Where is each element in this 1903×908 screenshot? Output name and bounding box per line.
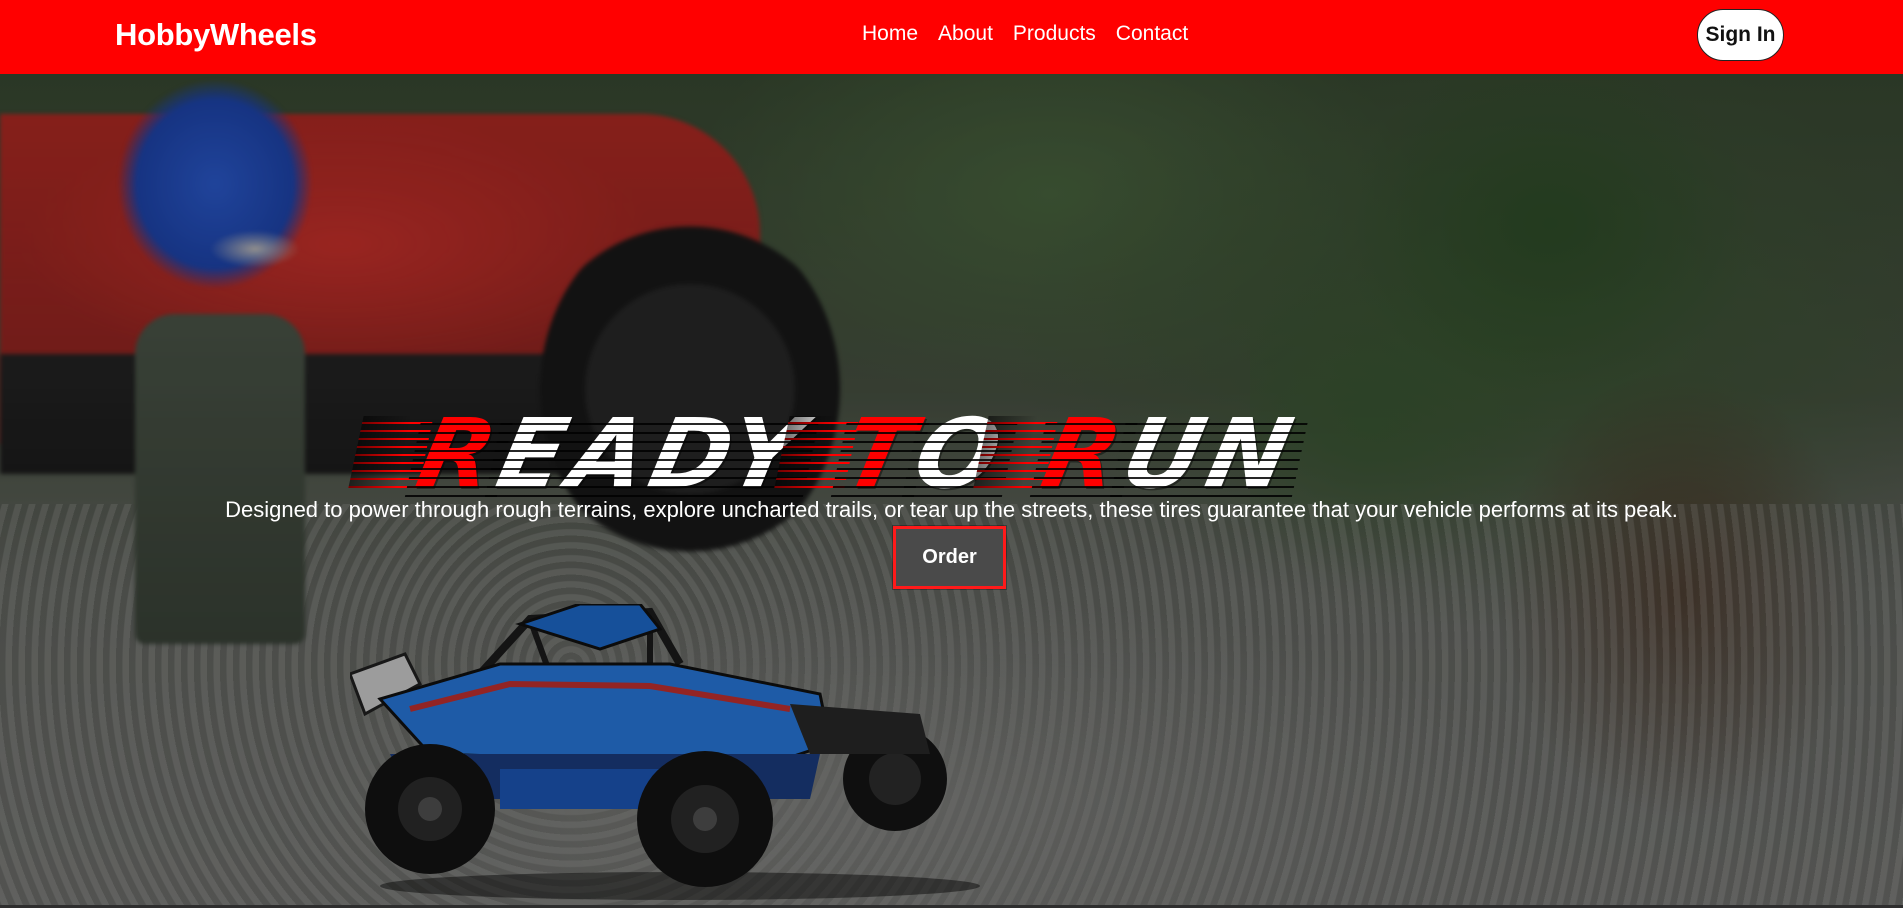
- nav-item-about: About: [938, 22, 993, 46]
- nav-link-about[interactable]: About: [938, 22, 993, 45]
- top-navbar: HobbyWheels Home About Products Contact …: [0, 0, 1903, 74]
- nav-item-home: Home: [862, 22, 918, 46]
- headline-letters: EADY: [488, 398, 818, 511]
- hero-headline: R EADY T O R UN: [348, 398, 1460, 510]
- brand-logo[interactable]: HobbyWheels: [115, 17, 317, 53]
- main-nav: Home About Products Contact: [862, 22, 1188, 46]
- nav-item-products: Products: [1013, 22, 1096, 46]
- nav-link-products[interactable]: Products: [1013, 22, 1096, 45]
- nav-link-home[interactable]: Home: [862, 22, 918, 45]
- nav-item-contact: Contact: [1116, 22, 1188, 46]
- sign-in-button[interactable]: Sign In: [1697, 9, 1784, 61]
- nav-link-contact[interactable]: Contact: [1116, 22, 1188, 45]
- headline-word: R EADY: [348, 398, 817, 510]
- headline-word: R UN: [972, 398, 1307, 510]
- headline-letters: UN: [1112, 398, 1307, 511]
- order-button[interactable]: Order: [893, 526, 1006, 589]
- hero-tagline: Designed to power through rough terrains…: [225, 497, 1678, 522]
